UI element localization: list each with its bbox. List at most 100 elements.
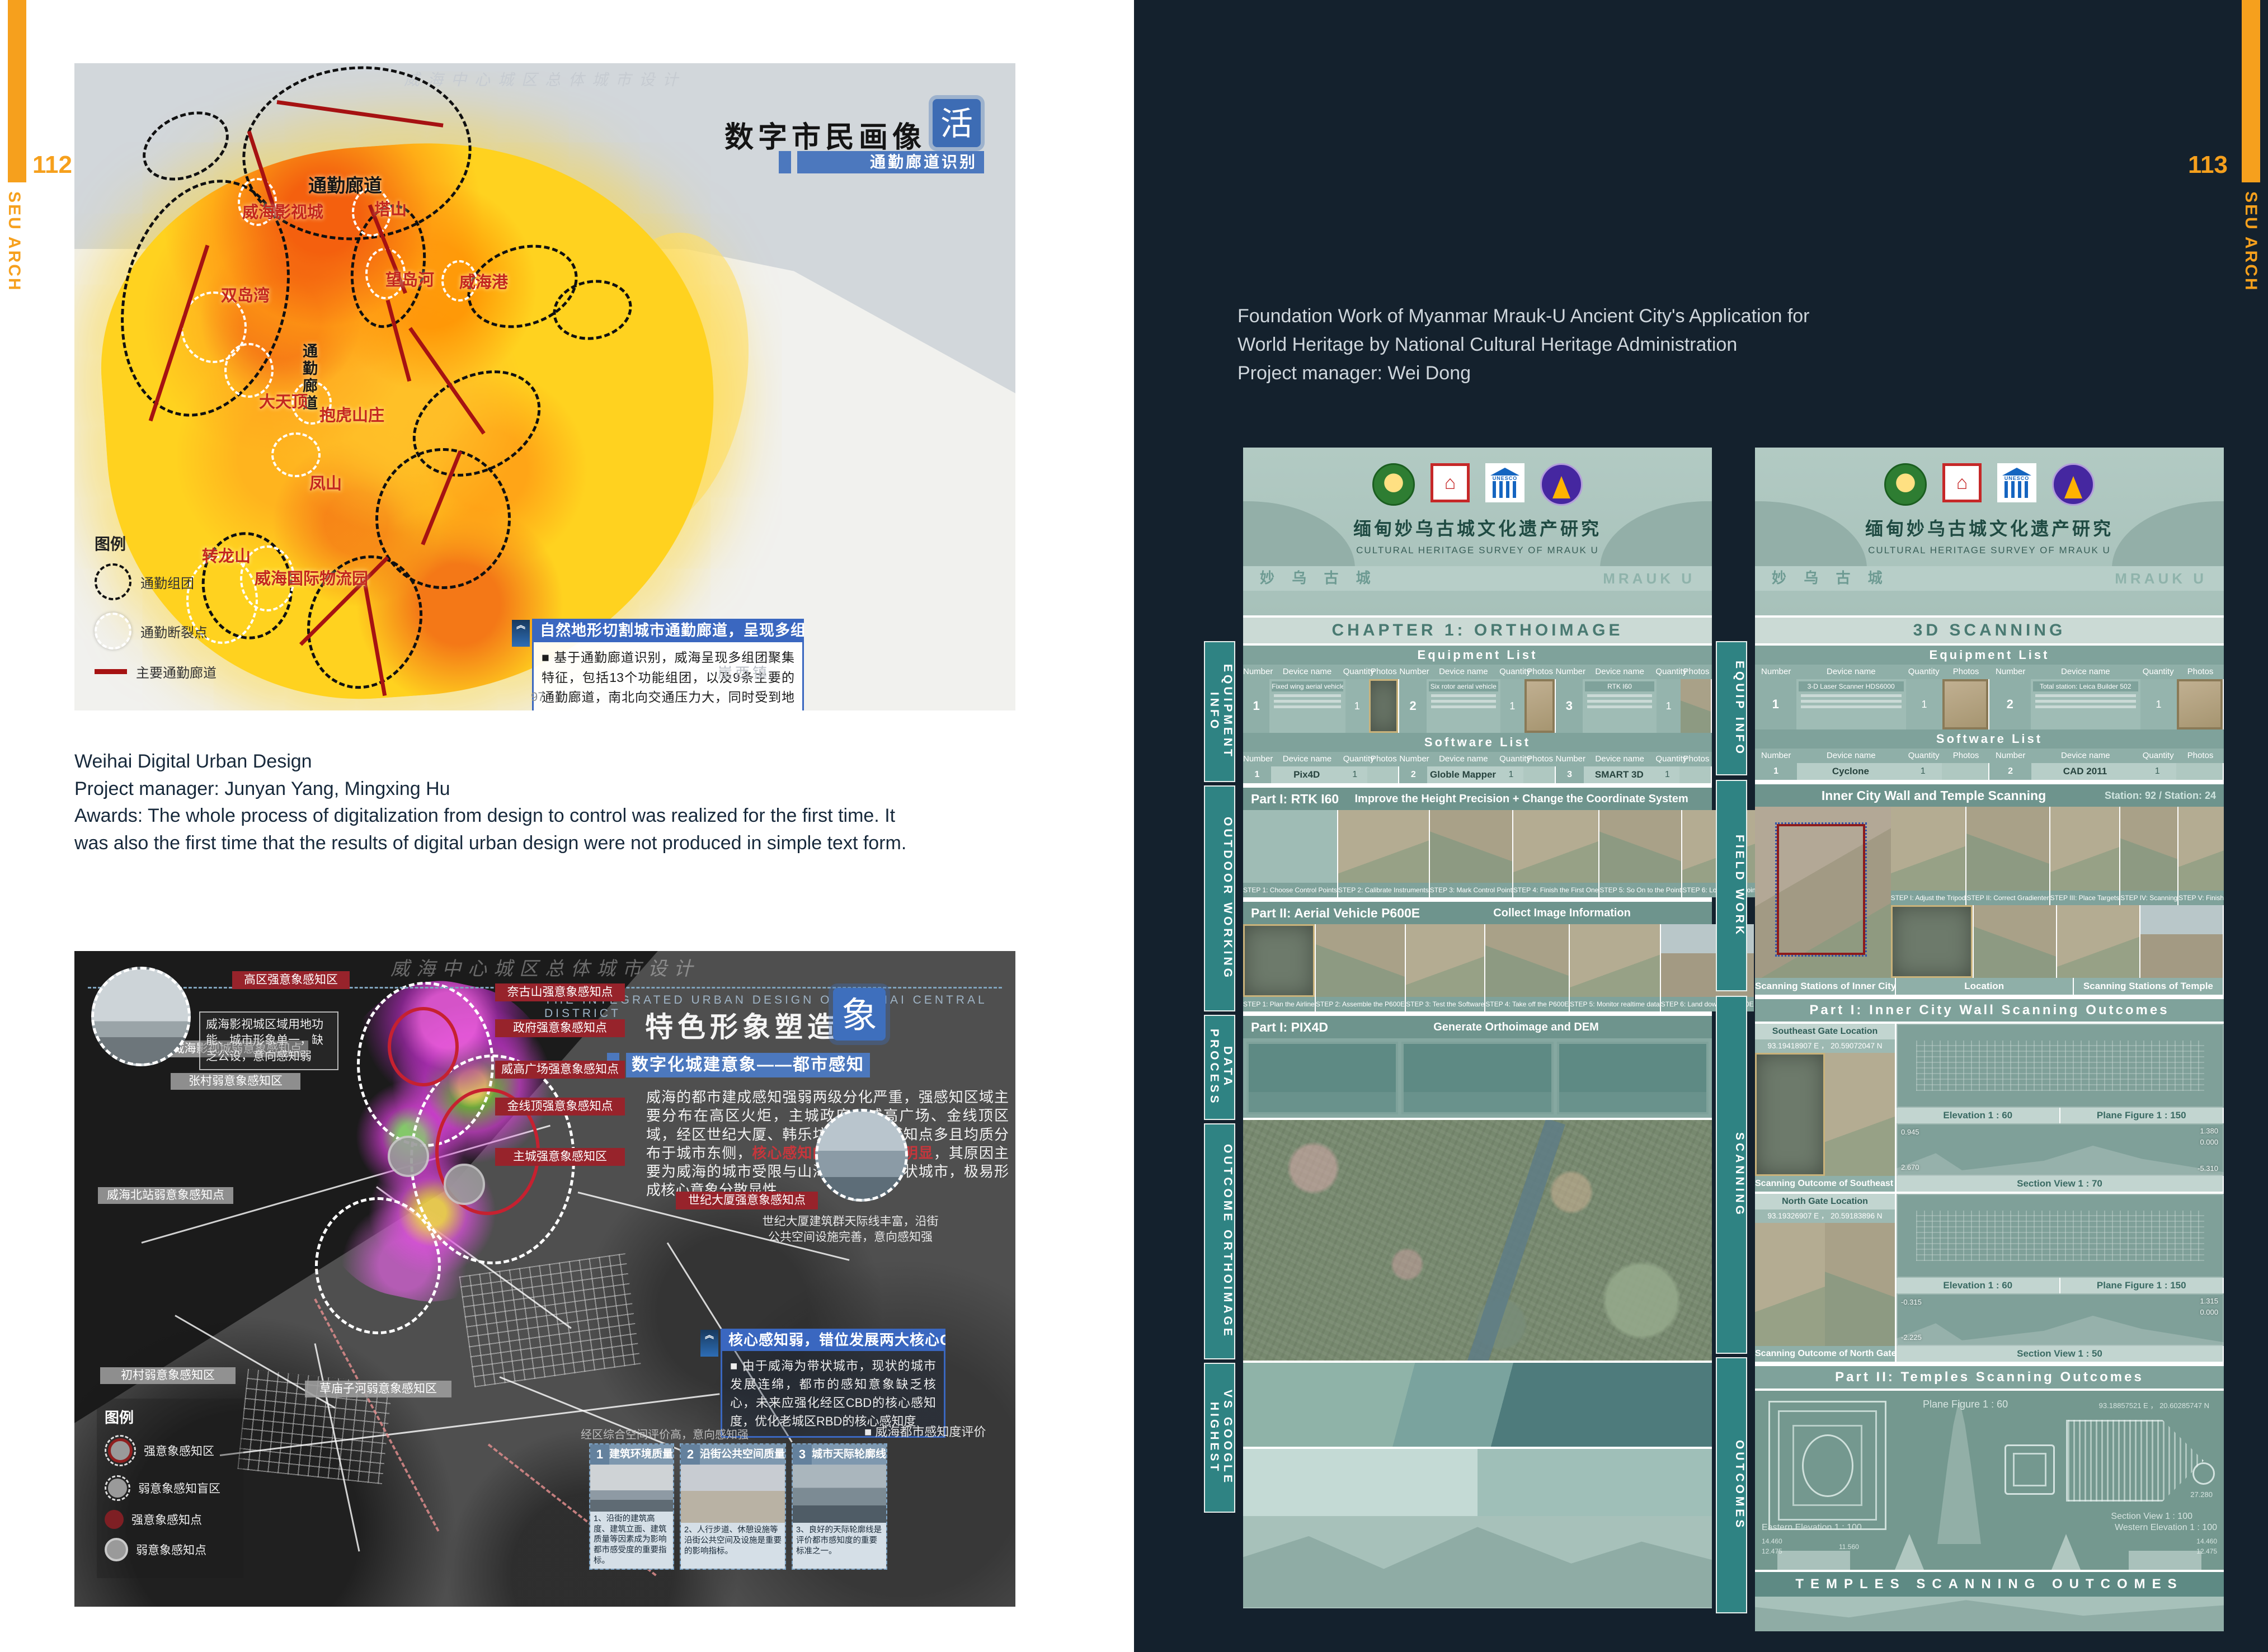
equipment-number: 2 [1399, 679, 1426, 733]
software-name: SMART 3D [1584, 766, 1655, 783]
p600e-step-strip: STEP 1: Plan the Airline STEP 2: Assembl… [1243, 924, 1712, 1011]
left-page-number: 112 [32, 151, 72, 179]
plane-caption: Plane Figure 1 : 150 [2060, 1278, 2224, 1293]
equipment-number: 3 [1556, 679, 1583, 733]
google-comparison-image [1243, 1449, 1712, 1516]
drawing-captions: Elevation 1 : 60 Plane Figure 1 : 150 [1897, 1278, 2224, 1293]
col-quantity: Quantity [1655, 665, 1681, 679]
panel-number: 3 [793, 1444, 812, 1465]
gate-outcome-label: Scanning Outcome of Southeast Gate [1755, 1176, 1895, 1192]
right-brand-label: SEU ARCH [2241, 191, 2260, 292]
intro-line: Foundation Work of Myanmar Mrauk-U Ancie… [1237, 302, 1998, 331]
panel-title: 城市天际轮廓线 [812, 1444, 886, 1465]
col-quantity: Quantity [2139, 749, 2177, 763]
poster-tag-right: MRAUK U [2115, 570, 2207, 587]
step-photo [1316, 924, 1405, 997]
col-device: Device name [1797, 749, 1905, 763]
finding-callout: ︽ 核心感知弱，错位发展两大核心CBD+RBD ■ 由于威海为带状城市，现状的城… [721, 1329, 945, 1438]
gate-coordinates: 93.19418907 E ， 20.59072047 N [1755, 1039, 1895, 1053]
elevation-value: 14.460 [2196, 1537, 2217, 1545]
step-photo [1966, 807, 2049, 891]
section-bar-pix4d: Part I: PIX4D Generate Orthoimage and DE… [1243, 1016, 1712, 1038]
step-caption: STEP 5: So On to the Point [1599, 883, 1681, 897]
step-caption: STEP V: Finish [2178, 891, 2224, 905]
step-caption: STEP 2: Calibrate Instruments [1338, 883, 1429, 897]
step-cell: STEP 5: So On to the Point [1599, 810, 1682, 897]
software-row: 1 Cyclone 1 2 CAD 2011 1 [1755, 763, 2224, 780]
col-number: Number [1989, 665, 2031, 679]
map-title: 数字市民画像 [724, 114, 926, 156]
inner-city-wall-map [1755, 807, 1891, 978]
temple-coordinates: 93.18857521 E ， 20.60285747 N [2099, 1400, 2209, 1410]
chevron-icon: ︽ [700, 1330, 718, 1357]
place-label: 双岛湾 [221, 283, 270, 306]
orthoimage-output [1243, 1118, 1712, 1363]
step-cell: STEP 4: Finish the First One [1513, 810, 1600, 897]
col-quantity: Quantity [2139, 665, 2177, 679]
gate-photos [1755, 1053, 1895, 1176]
pagoda-elevation-silhouette [2051, 1534, 2081, 1570]
elevation-value: 1.380 [2200, 1127, 2218, 1135]
map-seal-stamp: 活 [933, 99, 981, 147]
col-photos: Photos [1368, 665, 1399, 679]
equipment-qty: 1 [1500, 679, 1524, 733]
legend-label: 弱意象感知点 [136, 1541, 206, 1558]
roof-plan-drawing [2066, 1420, 2204, 1502]
step-caption: STEP III: Place Targets [2050, 891, 2120, 905]
pagoda-photo [2140, 905, 2224, 978]
map-tagline: 数字化城建意象——都市感知 [626, 1053, 870, 1077]
step-caption: STEP II: Correct Gradienter [1966, 891, 2049, 905]
side-tab: SCANNING [1716, 996, 1747, 1354]
equipment-number: 2 [1989, 679, 2031, 729]
step-cell: STEP V: Finish [2178, 807, 2224, 905]
step-cell: STEP II: Correct Gradienter [1966, 807, 2050, 905]
legend-item: 主要通勤廊道 [95, 662, 229, 681]
field-work-photos: STEP I: Adjust the Tripod STEP II: Corre… [1891, 807, 2224, 978]
side-tab: OUTCOMES [1716, 1357, 1747, 1613]
step-cell: STEP 5: Monitor realtime data [1570, 924, 1661, 1011]
southeast-gate-outcomes: Southeast Gate Location 93.19418907 E ， … [1755, 1022, 2224, 1192]
gate-drawings: Elevation 1 : 60 Plane Figure 1 : 150 0.… [1897, 1024, 2224, 1192]
col-device: Device name [1428, 665, 1499, 679]
elevation-drawing [1897, 1194, 2224, 1278]
drawing-captions: Elevation 1 : 60 Plane Figure 1 : 150 [1897, 1108, 2224, 1123]
side-tab: EQUIP INFO [1716, 641, 1747, 775]
equipment-columns: Number Device name Quantity Photos Numbe… [1243, 665, 1712, 679]
break-point-symbol [95, 613, 131, 649]
equipment-entry: 1 Fixed wing aerial vehicle P600E 1 [1243, 679, 1399, 733]
legend-item: 弱意象感知盲区 [105, 1475, 236, 1501]
panel-title: 建筑环境质量 [609, 1444, 673, 1465]
project-title: Weihai Digital Urban Design [74, 748, 930, 775]
elevation-value: 0.000 [2200, 1138, 2218, 1146]
equipment-photo [2177, 679, 2223, 729]
project-description: Weihai Digital Urban Design Project mana… [74, 748, 930, 856]
gate-outcome-label: Scanning Outcome of North Gate [1755, 1346, 1895, 1362]
equipment-number: 1 [1755, 679, 1796, 729]
field-work-captions: Scanning Stations of Inner City Wall Loc… [1755, 978, 2224, 995]
unesco-logo: UNESCO [1485, 463, 1524, 502]
panel-caption: 2、人行步道、休憩设施等沿街公共空间及设施是重要的影响指标。 [681, 1523, 785, 1569]
column-group: Number Device name Quantity Photos [1989, 749, 2224, 763]
place-label: 威海港 [459, 269, 508, 293]
elevation-drawing [1897, 1024, 2224, 1108]
col-device: Device name [1797, 665, 1905, 679]
pix4d-screens [1243, 1038, 1712, 1118]
software-number: 1 [1243, 766, 1271, 783]
north-gate-outcomes: North Gate Location 93.19326907 E ， 20.5… [1755, 1192, 2224, 1362]
map-tagline: 通勤廊道识别 [797, 151, 984, 173]
map-watermark: 威海中心城区总体城市设计 [74, 68, 1015, 90]
col-number: Number [1556, 665, 1584, 679]
device-name: Fixed wing aerial vehicle P600E [1272, 681, 1343, 691]
place-label: 塔山 [374, 196, 407, 220]
step-caption: STEP 1: Plan the Airline [1243, 997, 1315, 1011]
wall-outline [1777, 824, 1865, 955]
equipment-qty: 1 [1906, 679, 1942, 729]
map-legend: 图例 通勤组团 通勤断裂点 主要通勤廊道 [95, 532, 229, 694]
caption: Scanning Stations of Temple [2074, 978, 2224, 995]
seu-logo [1372, 463, 1415, 506]
gate-photo [1825, 1053, 1895, 1176]
elevation-value: 11.560 [1839, 1543, 1859, 1551]
elevation-value: 0.945 [1901, 1128, 1919, 1136]
col-quantity: Quantity [1655, 752, 1681, 766]
step-photo [1599, 810, 1681, 883]
